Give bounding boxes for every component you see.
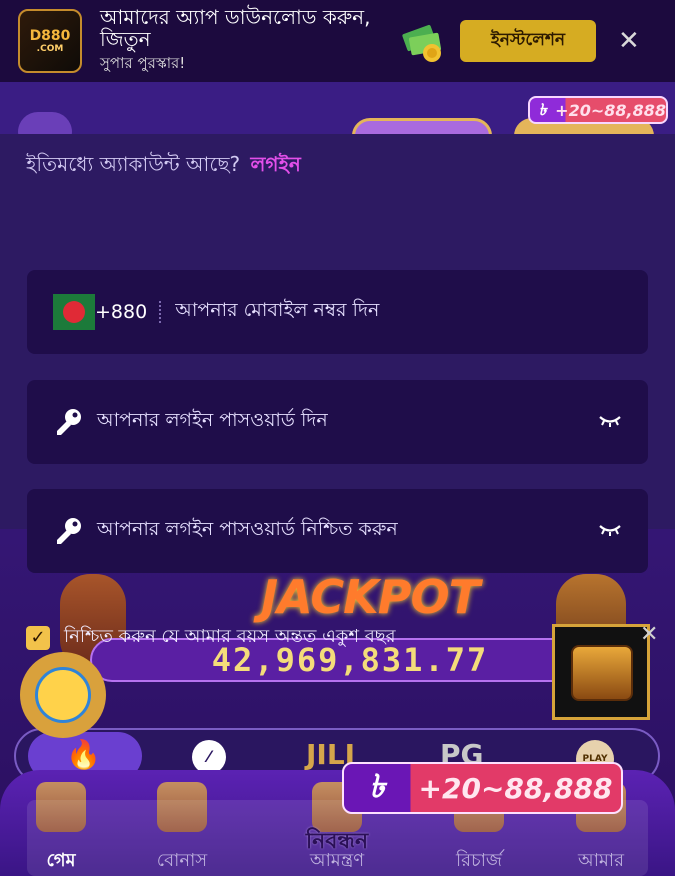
app-logo: D880 .COM [18,9,82,73]
password-input[interactable]: আপনার লগইন পাসওয়ার্ড দিন [97,406,328,438]
app-logo-text: D880 [29,28,71,44]
eye-closed-icon[interactable] [598,523,622,537]
close-banner-icon[interactable]: ✕ [618,26,640,56]
customer-support-icon[interactable] [20,652,106,738]
currency-symbol: ৳ [538,99,547,119]
install-button[interactable]: ইনস্টলেশন [460,20,596,62]
key-icon [57,409,81,435]
eye-closed-icon[interactable] [598,414,622,428]
already-text: ইতিমধ্যে অ্যাকাউন্ট আছে? [26,152,241,176]
banner-title: আমাদের অ্যাপ ডাউনলোড করুন, জিতুন [100,4,371,51]
bangladesh-flag-icon [53,294,95,330]
close-chest-icon[interactable]: ✕ [640,622,658,647]
jackpot-title: JACKPOT [261,570,480,624]
phone-input[interactable]: আপনার মোবাইল নম্বর দিন [175,296,379,328]
support-face-icon [35,667,91,723]
already-have-account: ইতিমধ্যে অ্যাকাউন্ট আছে? লগইন [26,150,301,183]
header-reward-badge: ৳ +20~88,888 [528,96,668,124]
treasure-chest-icon [571,645,633,701]
age-checkbox[interactable]: ✓ [26,625,50,650]
key-icon [57,518,81,544]
age-confirm-label: নিশ্চিত করুন যে আমার বয়স অন্তত একুশ বছর [64,626,396,647]
confirm-password-field[interactable]: আপনার লগইন পাসওয়ার্ড নিশ্চিত করুন [27,489,648,573]
login-link[interactable]: লগইন [250,152,300,176]
phone-field[interactable]: +880 আপনার মোবাইল নম্বর দিন [27,270,648,354]
confirm-password-input[interactable]: আপনার লগইন পাসওয়ার্ড নিশ্চিত করুন [97,515,398,547]
password-field[interactable]: আপনার লগইন পাসওয়ার্ড দিন [27,380,648,464]
category-slash-icon[interactable]: ⁄ [192,740,226,774]
fire-icon[interactable]: 🔥 [66,738,101,771]
reward-amount: +20~88,888 [555,100,666,120]
treasure-chest-popup[interactable] [552,624,650,720]
promo-currency: ৳ [369,767,385,805]
age-confirm-row[interactable]: ✓ নিশ্চিত করুন যে আমার বয়স অন্তত একুশ ব… [26,622,396,653]
banner-text: আমাদের অ্যাপ ডাউনলোড করুন, জিতুন সুপার প… [100,6,390,77]
promo-amount: +20~88,888 [418,771,613,805]
money-icon [398,17,446,65]
promo-bonus-badge[interactable]: ৳ +20~88,888 [342,762,623,814]
download-app-banner: D880 .COM আমাদের অ্যাপ ডাউনলোড করুন, জিত… [0,0,675,82]
banner-subtitle: সুপার পুরস্কার! [100,53,186,72]
register-button-label: নিবন্ধন [305,829,369,854]
country-code[interactable]: +880 [95,301,162,323]
app-logo-sub: .COM [36,44,64,54]
